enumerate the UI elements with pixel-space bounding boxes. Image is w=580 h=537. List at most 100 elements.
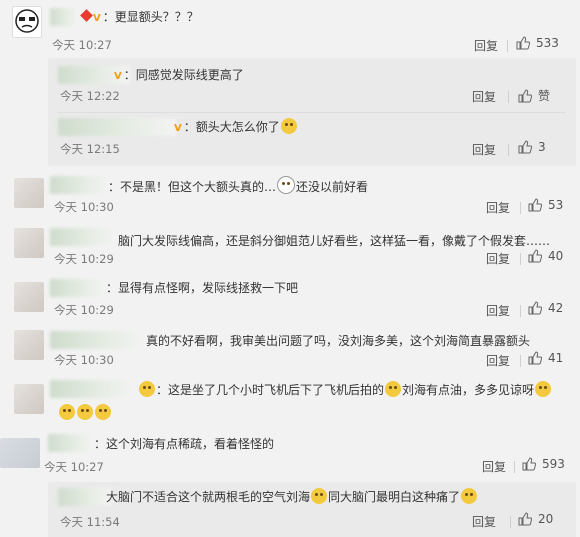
- avatar[interactable]: [14, 228, 44, 258]
- thumbs-up-icon: [518, 88, 532, 102]
- thumbs-up-icon: [518, 512, 532, 526]
- like-button[interactable]: 42: [528, 301, 563, 315]
- thumbs-up-icon: [528, 249, 542, 263]
- username-blurred[interactable]: [50, 331, 146, 349]
- vip-badge-icon: V: [114, 71, 122, 82]
- like-button[interactable]: 赞: [518, 87, 550, 104]
- timestamp: 今天 10:27: [52, 38, 112, 52]
- timestamp: 今天 10:30: [54, 353, 114, 367]
- like-count: 533: [536, 36, 559, 50]
- thumbs-up-icon: [528, 198, 542, 212]
- comment-3: ：不是黑！但这个大额头真的… 还没以前好看 今天 10:30 回复 53: [0, 168, 580, 218]
- separator: [510, 516, 511, 528]
- like-button[interactable]: 3: [518, 140, 546, 154]
- timestamp: 今天 12:15: [60, 142, 120, 156]
- like-button[interactable]: 53: [528, 198, 563, 212]
- emoji-icon: [95, 404, 111, 420]
- avatar[interactable]: [14, 178, 44, 208]
- comment-4: 脑门大发际线偏高，还是斜分御姐范儿好看些，这样猛一看，像戴了个假发套…… 今天 …: [0, 222, 580, 272]
- separator: [508, 144, 509, 156]
- comment-text: 脑门大发际线偏高，还是斜分御姐范儿好看些，这样猛一看，像戴了个假发套……: [118, 234, 551, 248]
- separator: [520, 253, 521, 265]
- username-blurred[interactable]: [50, 279, 106, 297]
- reply-button[interactable]: 回复: [486, 199, 510, 216]
- emoji-icon: [77, 404, 93, 420]
- vip-badge-icon: V: [93, 13, 101, 24]
- timestamp: 今天 10:29: [54, 303, 114, 317]
- vip-badge-icon: V: [174, 123, 182, 134]
- emoji-icon: [277, 176, 296, 194]
- divider: [58, 112, 566, 113]
- username-blurred[interactable]: [58, 488, 112, 506]
- separator: [508, 91, 509, 103]
- star-badge-icon: [80, 9, 93, 22]
- comment-6: 真的不好看啊，我审美出问题了吗，没刘海多美，这个刘海简直暴露额头 今天 10:3…: [0, 326, 580, 372]
- avatar[interactable]: [12, 6, 42, 38]
- like-count: 20: [538, 512, 554, 526]
- like-count: 3: [538, 140, 546, 154]
- avatar[interactable]: [14, 282, 44, 312]
- avatar[interactable]: [0, 438, 40, 468]
- separator: [520, 202, 521, 214]
- emoji-icon: [385, 381, 402, 397]
- separator: [514, 461, 515, 473]
- comment-5: ：显得有点怪啊，发际线拯救一下吧 今天 10:29 回复 42: [0, 274, 580, 322]
- comment-text: ：这是坐了几个小时飞机后下了飞机后拍的 刘海有点油，多多见谅呀: [138, 381, 552, 399]
- thumbs-up-icon: [522, 457, 536, 471]
- emoji-row: [58, 404, 112, 422]
- separator: [520, 355, 521, 367]
- comment-text: ：这个刘海有点稀疏，看着怪怪的: [94, 437, 275, 451]
- thumbs-up-icon: [518, 140, 532, 154]
- reply-button[interactable]: 回复: [482, 458, 506, 475]
- comment-text: ：显得有点怪啊，发际线拯救一下吧: [106, 281, 299, 295]
- like-count: 42: [548, 301, 564, 315]
- like-count: 53: [548, 198, 564, 212]
- like-button[interactable]: 533: [516, 36, 559, 50]
- reply-button[interactable]: 回复: [472, 141, 496, 158]
- thumbs-up-icon: [528, 301, 542, 315]
- timestamp: 今天 10:27: [44, 460, 104, 474]
- timestamp: 今天 10:29: [54, 252, 114, 266]
- comment-0: V ：更显额头？？？ 今天 10:27 回复 533: [0, 0, 580, 58]
- reply-button[interactable]: 回复: [486, 250, 510, 267]
- like-count: 41: [548, 351, 564, 365]
- like-count: 40: [548, 249, 564, 263]
- thumbs-up-icon: [528, 351, 542, 365]
- comment-7: ：这是坐了几个小时飞机后下了飞机后拍的 刘海有点油，多多见谅呀: [0, 376, 580, 426]
- thumbs-up-icon: [516, 36, 530, 50]
- reply-button[interactable]: 回复: [486, 352, 510, 369]
- like-button[interactable]: 40: [528, 249, 563, 263]
- sub-reply-9: 大脑门不适合这个就两根毛的空气刘海 同大脑门最明白这种痛了 今天 11:54 回复…: [48, 482, 576, 537]
- reply-button[interactable]: 回复: [486, 302, 510, 319]
- like-button[interactable]: 41: [528, 351, 563, 365]
- timestamp: 今天 10:30: [54, 200, 114, 214]
- reply-button[interactable]: 回复: [472, 513, 496, 530]
- emoji-icon: [280, 118, 297, 134]
- like-button[interactable]: 593: [522, 457, 565, 471]
- like-button[interactable]: 20: [518, 512, 553, 526]
- username-blurred[interactable]: [48, 434, 94, 452]
- comment-text: 大脑门不适合这个就两根毛的空气刘海 同大脑门最明白这种痛了: [106, 488, 478, 506]
- reply-button[interactable]: 回复: [472, 88, 496, 105]
- like-count: 赞: [538, 89, 551, 103]
- like-count: 593: [542, 457, 565, 471]
- username-blurred[interactable]: [50, 380, 136, 398]
- separator: [520, 305, 521, 317]
- reply-button[interactable]: 回复: [474, 37, 498, 54]
- username-blurred[interactable]: [50, 228, 116, 246]
- emoji-icon: [139, 381, 155, 397]
- username-blurred[interactable]: [50, 176, 110, 194]
- comment-text: V ：同感觉发际线更高了: [114, 66, 244, 86]
- emoji-icon: [311, 488, 328, 504]
- comment-text: ：不是黑！但这个大额头真的… 还没以前好看: [108, 176, 368, 196]
- avatar[interactable]: [14, 384, 44, 414]
- comment-text: V ：额头大怎么你了: [174, 118, 298, 138]
- comment-text: 真的不好看啊，我审美出问题了吗，没刘海多美，这个刘海简直暴露额头: [146, 334, 531, 348]
- emoji-icon: [59, 404, 75, 420]
- username-blurred[interactable]: [58, 118, 176, 136]
- timestamp: 今天 11:54: [60, 515, 120, 529]
- username-blurred[interactable]: [50, 8, 78, 26]
- sub-replies: V ：同感觉发际线更高了 今天 12:22 回复 赞 V ：额头大怎么你了 今天 1…: [48, 58, 576, 166]
- comment-text: V ：更显额头？？？: [80, 8, 199, 28]
- avatar[interactable]: [14, 330, 44, 360]
